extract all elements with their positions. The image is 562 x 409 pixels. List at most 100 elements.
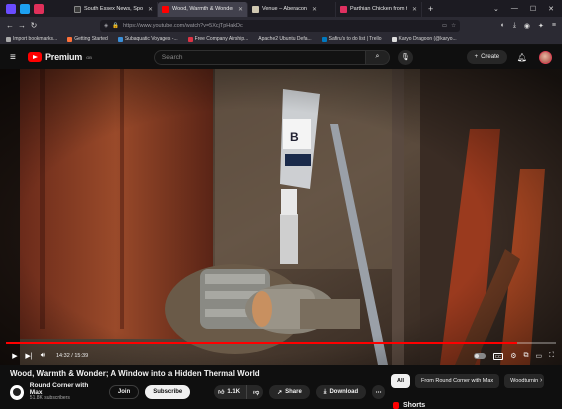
channel-avatar[interactable] xyxy=(10,384,24,400)
browser-tab[interactable]: South Essex News, Sport, Event ✕ xyxy=(70,1,158,17)
channel-info: Round Corner with Max 51.8K subscribers xyxy=(30,382,97,402)
voice-search-button[interactable]: 🎙 xyxy=(397,49,413,65)
browser-tab-active[interactable]: Wood, Warmth & Wonder; A Wi ✕ xyxy=(158,1,248,17)
browser-tab-strip: South Essex News, Sport, Event ✕ Wood, W… xyxy=(0,0,562,17)
bookmark-item[interactable]: Safiru's to do list | Trello xyxy=(321,36,382,42)
shorts-heading: Shorts xyxy=(393,402,425,409)
channel-name[interactable]: Round Corner with Max xyxy=(30,382,97,396)
close-icon[interactable]: ✕ xyxy=(412,6,417,13)
create-label: Create xyxy=(481,54,500,60)
lock-icon[interactable]: 🔒 xyxy=(112,23,119,29)
tab-favicon xyxy=(252,5,259,13)
menu-icon[interactable]: ≡ xyxy=(552,22,556,30)
youtube-play-logo-icon xyxy=(28,52,42,62)
close-window-icon[interactable]: ✕ xyxy=(548,5,554,13)
tab-list-icon[interactable]: ⌄ xyxy=(493,5,499,13)
like-button[interactable]: 👍︎ 1.1K xyxy=(214,385,248,399)
theater-mode-icon[interactable]: ▭ xyxy=(535,352,542,360)
pinned-tab-icon[interactable] xyxy=(20,3,30,14)
user-avatar[interactable] xyxy=(539,50,552,64)
youtube-header: ≡ Premium GB Search ⌕ 🎙 + Create 🔔︎ xyxy=(0,45,562,69)
download-icon: ⤓ xyxy=(323,388,327,395)
pinned-tab-icon[interactable] xyxy=(34,3,44,14)
more-actions-icon[interactable]: ⋯ xyxy=(372,385,385,399)
thumbs-down-icon: 👎︎ xyxy=(253,390,260,396)
bookmark-star-icon[interactable]: ☆ xyxy=(451,23,456,29)
maximize-icon[interactable]: ☐ xyxy=(530,5,536,13)
url-text[interactable]: https://www.youtube.com/watch?v=5XcjTpHa… xyxy=(123,23,438,29)
player-controls: ▶ ▶| 🔊︎ 14:32 / 15:39 CC ⚙ ⧉ ▭ ⛶ xyxy=(0,347,562,365)
reload-icon[interactable]: ↻ xyxy=(28,21,40,30)
chip-woodturning[interactable]: Woodturnin xyxy=(504,374,545,388)
bookmark-item[interactable]: Import bookmarks... xyxy=(6,36,57,42)
bookmark-item[interactable]: Getting Started xyxy=(67,36,108,42)
create-button[interactable]: + Create xyxy=(466,50,507,64)
time-display: 14:32 / 15:39 xyxy=(56,353,89,359)
browser-tab[interactable]: Venue – Aberacon ✕ xyxy=(248,1,336,17)
browser-tab[interactable]: Parthian Chicken from the Ron ✕ xyxy=(336,1,422,17)
tab-label: Parthian Chicken from the Ron xyxy=(350,6,407,12)
notifications-bell-icon[interactable]: 🔔︎ xyxy=(517,53,527,62)
logo-text: Premium xyxy=(45,52,83,62)
plus-icon: + xyxy=(474,54,479,60)
autoplay-toggle[interactable] xyxy=(473,353,486,359)
fullscreen-icon[interactable]: ⛶ xyxy=(549,352,554,360)
video-player[interactable]: B ▶ ▶| 🔊︎ 14:32 / 15:39 CC ⚙ ⧉ ▭ ⛶ xyxy=(0,69,562,365)
youtube-favicon xyxy=(162,5,169,13)
settings-gear-icon[interactable]: ⚙ xyxy=(510,352,516,360)
channel-row: Round Corner with Max 51.8K subscribers … xyxy=(10,381,385,403)
miniplayer-icon[interactable]: ⧉ xyxy=(523,352,528,360)
search-icon: ⌕ xyxy=(375,53,380,60)
video-frame[interactable]: B xyxy=(0,69,562,365)
browser-nav-bar: ← → ↻ ◈ 🔒 https://www.youtube.com/watch?… xyxy=(0,17,562,34)
chevron-right-icon[interactable]: › xyxy=(540,377,542,384)
related-filter-chips: All From Round Corner with Max Woodturni… xyxy=(391,374,545,388)
logo-region: GB xyxy=(86,54,92,60)
share-button[interactable]: ↗ Share xyxy=(269,385,310,399)
tab-label: Venue – Aberacon xyxy=(262,6,307,12)
new-tab-icon[interactable]: + xyxy=(422,4,439,14)
address-bar[interactable]: ◈ 🔒 https://www.youtube.com/watch?v=5Xcj… xyxy=(100,19,460,32)
shield-icon[interactable]: ◈ xyxy=(104,23,108,29)
close-icon[interactable]: ✕ xyxy=(238,6,243,13)
search-input[interactable]: Search xyxy=(153,49,366,65)
account-icon[interactable]: ◉ xyxy=(524,22,530,30)
forward-icon[interactable]: → xyxy=(16,21,28,30)
window-controls: ⌄ — ☐ ✕ xyxy=(493,5,562,13)
pocket-icon[interactable]: ◐ xyxy=(501,22,505,30)
extensions-icon[interactable]: ✦ xyxy=(538,22,544,30)
hamburger-menu-icon[interactable]: ≡ xyxy=(10,52,26,63)
close-icon[interactable]: ✕ xyxy=(148,6,153,13)
search-button[interactable]: ⌕ xyxy=(365,49,390,65)
pinned-tab-icon[interactable] xyxy=(6,3,16,14)
captions-icon[interactable]: CC xyxy=(492,352,504,360)
bookmark-item[interactable]: Subaquatic Voyages -... xyxy=(117,36,178,42)
bookmark-item[interactable]: Apache2 Ubuntu Defa... xyxy=(258,36,311,42)
chip-all[interactable]: All xyxy=(391,374,411,388)
subscribe-button[interactable]: Subscribe xyxy=(145,385,191,399)
tab-label: Wood, Warmth & Wonder; A Wi xyxy=(172,6,233,12)
bookmark-item[interactable]: Free Company Airship... xyxy=(187,36,248,42)
chip-from-channel[interactable]: From Round Corner with Max xyxy=(415,374,500,388)
close-icon[interactable]: ✕ xyxy=(312,6,317,13)
join-button[interactable]: Join xyxy=(108,385,140,399)
dislike-button[interactable]: 👎︎ xyxy=(247,388,263,396)
tab-label: South Essex News, Sport, Event xyxy=(84,6,143,12)
progress-bar[interactable] xyxy=(6,342,556,344)
reader-icon[interactable]: ▭ xyxy=(442,23,447,29)
download-button[interactable]: ⤓ Download xyxy=(315,385,367,399)
tab-favicon xyxy=(74,5,81,13)
youtube-premium-logo[interactable]: Premium GB xyxy=(28,52,92,62)
subscriber-count: 51.8K subscribers xyxy=(29,395,70,402)
play-icon[interactable]: ▶ xyxy=(8,352,22,360)
download-icon[interactable]: ⤓ xyxy=(513,22,516,30)
pinned-tabs xyxy=(0,3,70,14)
volume-icon[interactable]: 🔊︎ xyxy=(36,352,50,360)
bookmark-item[interactable]: Karyo Dragoon (@karyo... xyxy=(391,36,457,42)
toolbar-right: ◐ ⤓ ◉ ✦ ≡ xyxy=(501,22,562,30)
minimize-icon[interactable]: — xyxy=(511,5,518,13)
thumbs-up-icon: 👍︎ xyxy=(218,390,225,396)
next-icon[interactable]: ▶| xyxy=(22,352,36,360)
back-icon[interactable]: ← xyxy=(4,21,16,30)
microphone-icon: 🎙 xyxy=(400,54,410,61)
